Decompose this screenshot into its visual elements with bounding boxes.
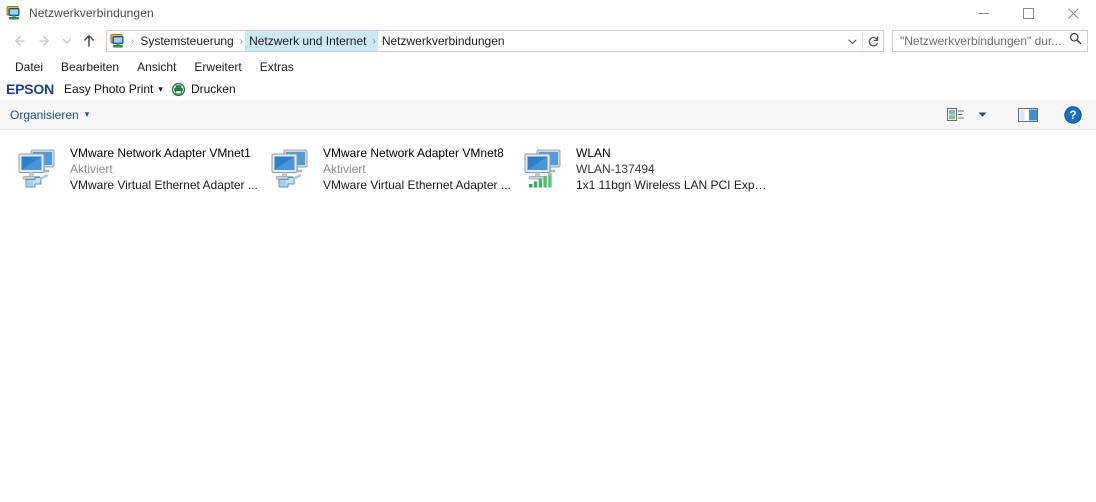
maximize-button[interactable] xyxy=(1006,0,1051,26)
wireless-adapter-icon xyxy=(520,144,568,192)
printer-icon xyxy=(171,82,186,97)
list-item-text: VMware Network Adapter VMnet8 Aktiviert … xyxy=(323,144,511,193)
breadcrumb-item-netzwerkverbindungen[interactable]: Netzwerkverbindungen xyxy=(378,31,509,51)
breadcrumb-item-netzwerk-und-internet[interactable]: Netzwerk und Internet xyxy=(245,31,371,51)
search-icon[interactable] xyxy=(1069,32,1082,50)
drucken-label: Drucken xyxy=(190,82,236,96)
chevron-down-icon[interactable]: ▾ xyxy=(85,109,90,120)
connection-name: VMware Network Adapter VMnet1 xyxy=(70,146,251,160)
network-adapter-icon xyxy=(267,144,315,192)
window-controls xyxy=(961,0,1096,26)
help-button[interactable]: ? xyxy=(1058,103,1088,127)
address-bar-controls xyxy=(842,31,883,51)
list-item[interactable]: WLAN WLAN-137494 1x1 11bgn Wireless LAN … xyxy=(518,140,771,197)
network-adapter-icon xyxy=(14,144,62,192)
close-button[interactable] xyxy=(1051,0,1096,26)
connection-name: WLAN xyxy=(576,146,611,160)
menu-item-datei[interactable]: Datei xyxy=(6,57,52,77)
search-input[interactable]: "Netzwerkverbindungen" dur... xyxy=(900,34,1061,48)
breadcrumb: › Systemsteuerung › Netzwerk und Interne… xyxy=(107,31,842,51)
explorer-window: Netzwerkverbindungen › Systemsteuerung ›… xyxy=(0,0,1096,502)
menu-item-bearbeiten[interactable]: Bearbeiten xyxy=(52,57,128,77)
preview-pane-button[interactable] xyxy=(1012,103,1044,127)
connection-name: VMware Network Adapter VMnet8 xyxy=(323,146,504,160)
epson-toolbar: EPSON Easy Photo Print ▾ Drucken xyxy=(0,78,1096,100)
view-options-button[interactable] xyxy=(941,103,971,127)
network-connection-items: VMware Network Adapter VMnet1 Aktiviert … xyxy=(12,140,1096,197)
navigation-bar: › Systemsteuerung › Netzwerk und Interne… xyxy=(0,26,1096,56)
breadcrumb-separator: › xyxy=(131,35,135,47)
menu-item-ansicht[interactable]: Ansicht xyxy=(128,57,185,77)
up-button[interactable] xyxy=(76,28,102,54)
refresh-icon[interactable] xyxy=(863,31,883,51)
minimize-button[interactable] xyxy=(961,0,1006,26)
organize-label: Organisieren xyxy=(10,107,79,122)
list-item-text: VMware Network Adapter VMnet1 Aktiviert … xyxy=(70,144,258,193)
list-item-text: WLAN WLAN-137494 1x1 11bgn Wireless LAN … xyxy=(576,144,769,193)
command-bar-right: ? xyxy=(941,103,1088,127)
menu-bar: Datei Bearbeiten Ansicht Erweitert Extra… xyxy=(0,56,1096,78)
list-item[interactable]: VMware Network Adapter VMnet8 Aktiviert … xyxy=(265,140,518,197)
menu-item-extras[interactable]: Extras xyxy=(251,57,303,77)
breadcrumb-separator: › xyxy=(239,35,244,47)
easy-photo-print-button[interactable]: Easy Photo Print ▾ xyxy=(60,82,167,96)
menu-item-erweitert[interactable]: Erweitert xyxy=(185,57,250,77)
command-bar: Organisieren ▾ ? xyxy=(0,100,1096,130)
drucken-button[interactable]: Drucken xyxy=(167,82,240,97)
chevron-down-icon[interactable]: ▾ xyxy=(158,84,163,95)
file-list-view[interactable]: VMware Network Adapter VMnet1 Aktiviert … xyxy=(0,130,1096,502)
list-item[interactable]: VMware Network Adapter VMnet1 Aktiviert … xyxy=(12,140,265,197)
svg-text:?: ? xyxy=(1069,110,1076,122)
recent-locations-button[interactable] xyxy=(58,28,76,54)
breadcrumb-icon[interactable] xyxy=(110,33,126,49)
network-connections-icon xyxy=(6,5,22,21)
connection-device: VMware Virtual Ethernet Adapter ... xyxy=(323,178,511,192)
forward-button[interactable] xyxy=(32,28,58,54)
address-bar[interactable]: › Systemsteuerung › Netzwerk und Interne… xyxy=(106,30,884,52)
connection-status: WLAN-137494 xyxy=(576,162,655,176)
connection-status: Aktiviert xyxy=(323,162,366,176)
breadcrumb-item-systemsteuerung[interactable]: Systemsteuerung xyxy=(136,31,237,51)
search-box[interactable]: "Netzwerkverbindungen" dur... xyxy=(892,30,1088,52)
connection-status: Aktiviert xyxy=(70,162,113,176)
back-button[interactable] xyxy=(6,28,32,54)
breadcrumb-separator: › xyxy=(370,31,378,51)
organize-button[interactable]: Organisieren ▾ xyxy=(10,108,89,122)
connection-device: 1x1 11bgn Wireless LAN PCI Expre... xyxy=(576,178,769,192)
chevron-down-icon[interactable] xyxy=(842,31,862,51)
view-options-caret[interactable] xyxy=(971,103,994,127)
connection-device: VMware Virtual Ethernet Adapter ... xyxy=(70,178,258,192)
window-title: Netzwerkverbindungen xyxy=(29,6,154,20)
title-bar: Netzwerkverbindungen xyxy=(0,0,1096,26)
epson-logo: EPSON xyxy=(6,81,55,97)
easy-photo-print-label: Easy Photo Print xyxy=(64,82,154,96)
